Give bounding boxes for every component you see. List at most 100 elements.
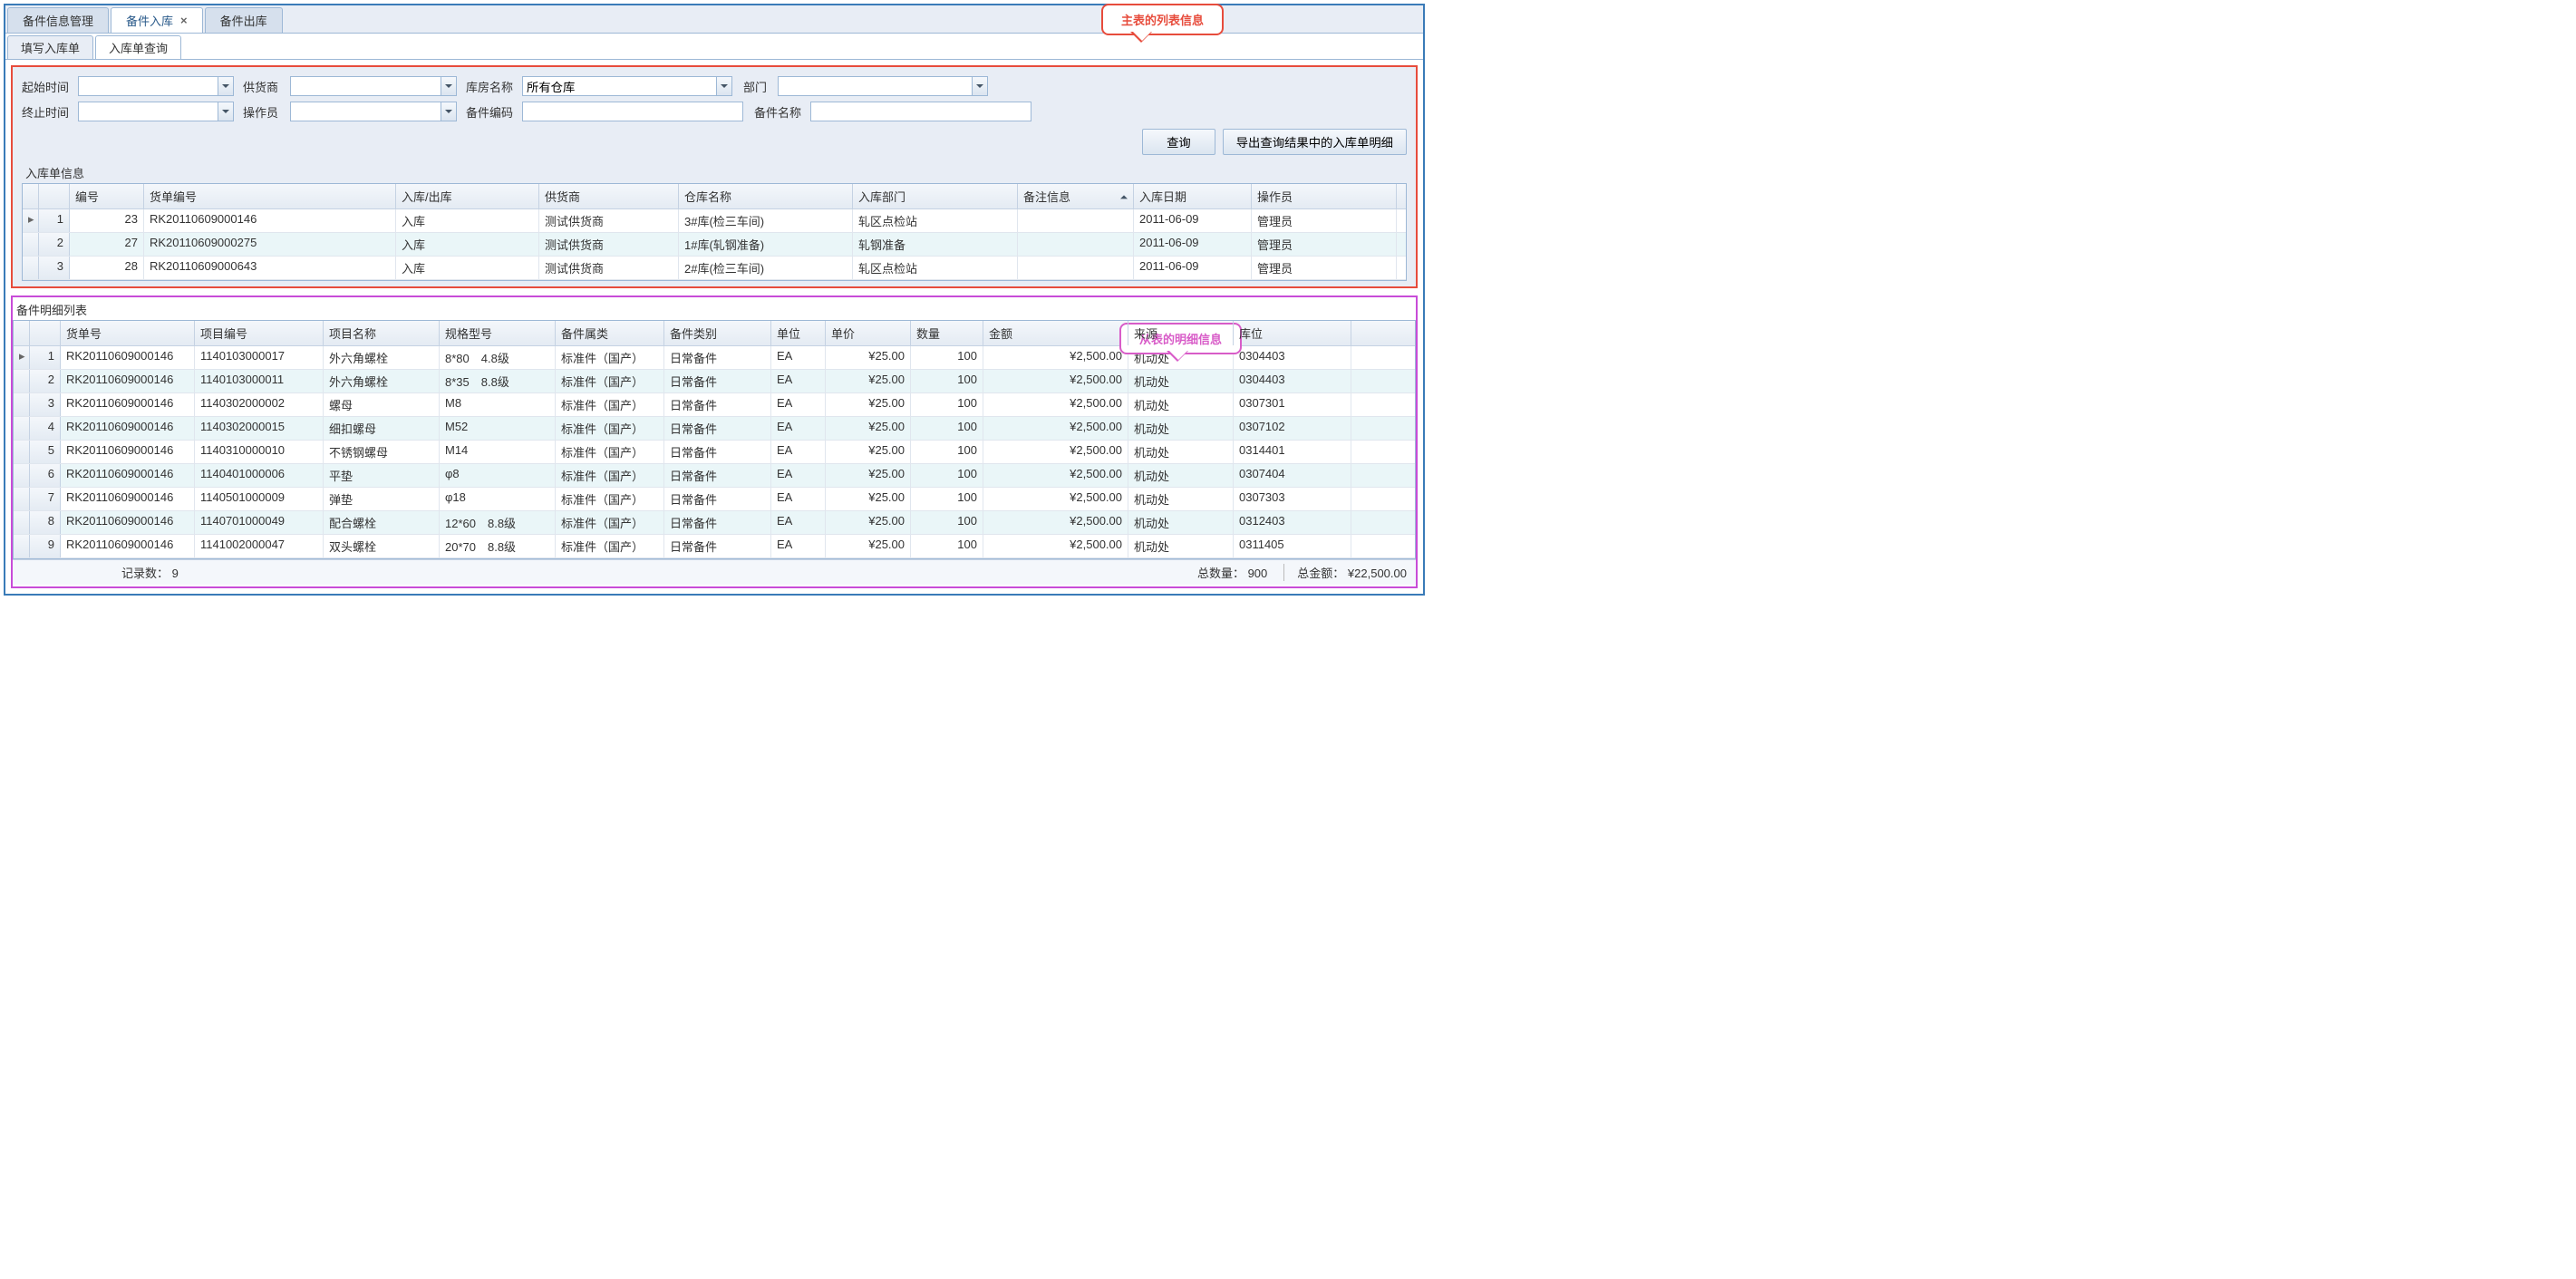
column-header[interactable]: 项目编号 bbox=[195, 321, 324, 345]
cell: ¥2,500.00 bbox=[983, 511, 1128, 534]
cell: ¥2,500.00 bbox=[983, 417, 1128, 440]
table-row[interactable]: 6RK201106090001461140401000006平垫φ8标准件（国产… bbox=[14, 464, 1415, 488]
column-header[interactable]: 入库/出库 bbox=[396, 184, 539, 208]
total-amt-value: ¥22,500.00 bbox=[1348, 567, 1407, 580]
column-header[interactable]: 货单编号 bbox=[144, 184, 396, 208]
column-header[interactable]: 备件属类 bbox=[556, 321, 664, 345]
cell: 管理员 bbox=[1252, 209, 1397, 232]
input-part-name[interactable] bbox=[810, 102, 1031, 121]
table-row[interactable]: 4RK201106090001461140302000015细扣螺母M52标准件… bbox=[14, 417, 1415, 441]
cell: ¥25.00 bbox=[826, 488, 911, 510]
cell: 日常备件 bbox=[664, 511, 771, 534]
cell: 1140302000015 bbox=[195, 417, 324, 440]
cell: 0304403 bbox=[1234, 370, 1351, 392]
dropdown-button[interactable] bbox=[441, 76, 457, 96]
query-button[interactable]: 查询 bbox=[1142, 129, 1215, 155]
input-start-time[interactable] bbox=[78, 76, 234, 96]
cell: ¥2,500.00 bbox=[983, 393, 1128, 416]
column-header[interactable]: 来源 bbox=[1128, 321, 1234, 345]
cell: RK20110609000146 bbox=[61, 417, 195, 440]
app-window: 主表的列表信息 从表的明细信息 备件信息管理备件入库×备件出库 填写入库单入库单… bbox=[4, 4, 1425, 596]
column-header[interactable]: 金额 bbox=[983, 321, 1128, 345]
cell: 100 bbox=[911, 441, 983, 463]
close-icon[interactable]: × bbox=[180, 14, 188, 27]
table-row[interactable]: 5RK201106090001461140310000010不锈钢螺母M14标准… bbox=[14, 441, 1415, 464]
input-operator[interactable] bbox=[290, 102, 457, 121]
table-row[interactable]: 2RK201106090001461140103000011外六角螺栓8*35 … bbox=[14, 370, 1415, 393]
cell: 标准件（国产） bbox=[556, 370, 664, 392]
column-header[interactable]: 备注信息 bbox=[1018, 184, 1134, 208]
cell: 0307301 bbox=[1234, 393, 1351, 416]
dropdown-button[interactable] bbox=[972, 76, 988, 96]
input-warehouse[interactable] bbox=[522, 76, 732, 96]
column-header[interactable]: 货单号 bbox=[61, 321, 195, 345]
column-header[interactable]: 数量 bbox=[911, 321, 983, 345]
row-marker-icon bbox=[14, 370, 30, 392]
cell: 100 bbox=[911, 511, 983, 534]
column-header[interactable]: 仓库名称 bbox=[679, 184, 853, 208]
tab-备件入库[interactable]: 备件入库× bbox=[111, 7, 203, 33]
input-dept[interactable] bbox=[778, 76, 988, 96]
cell: 100 bbox=[911, 370, 983, 392]
subtab-入库单查询[interactable]: 入库单查询 bbox=[95, 35, 181, 59]
cell: EA bbox=[771, 417, 826, 440]
dropdown-button[interactable] bbox=[218, 76, 234, 96]
table-row[interactable]: 7RK201106090001461140501000009弹垫φ18标准件（国… bbox=[14, 488, 1415, 511]
table-row[interactable]: 227RK20110609000275入库测试供货商1#库(轧钢准备)轧钢准备2… bbox=[23, 233, 1406, 257]
table-row[interactable]: 3RK201106090001461140302000002螺母M8标准件（国产… bbox=[14, 393, 1415, 417]
export-button[interactable]: 导出查询结果中的入库单明细 bbox=[1223, 129, 1407, 155]
column-header[interactable]: 编号 bbox=[70, 184, 144, 208]
master-title: 入库单信息 bbox=[25, 164, 1407, 181]
cell: M52 bbox=[440, 417, 556, 440]
row-marker-icon bbox=[14, 511, 30, 534]
input-end-time[interactable] bbox=[78, 102, 234, 121]
column-header[interactable]: 库位 bbox=[1234, 321, 1351, 345]
tab-label: 备件信息管理 bbox=[23, 12, 93, 29]
table-row[interactable]: ▸123RK20110609000146入库测试供货商3#库(检三车间)轧区点检… bbox=[23, 209, 1406, 233]
cell: EA bbox=[771, 511, 826, 534]
cell: ¥2,500.00 bbox=[983, 464, 1128, 487]
cell: 机动处 bbox=[1128, 417, 1234, 440]
detail-footer: 记录数： 9 总数量： 900 总金额： ¥22,500.00 bbox=[13, 559, 1416, 585]
cell: 弹垫 bbox=[324, 488, 440, 510]
table-row[interactable]: 9RK201106090001461141002000047双头螺栓20*70 … bbox=[14, 535, 1415, 558]
table-row[interactable]: 328RK20110609000643入库测试供货商2#库(检三车间)轧区点检站… bbox=[23, 257, 1406, 280]
cell: 机动处 bbox=[1128, 441, 1234, 463]
column-header[interactable]: 入库部门 bbox=[853, 184, 1018, 208]
cell: ¥2,500.00 bbox=[983, 535, 1128, 557]
cell: 100 bbox=[911, 346, 983, 369]
column-header[interactable]: 规格型号 bbox=[440, 321, 556, 345]
cell: 1141002000047 bbox=[195, 535, 324, 557]
tab-备件出库[interactable]: 备件出库 bbox=[205, 7, 283, 33]
cell: 测试供货商 bbox=[539, 209, 679, 232]
cell: 标准件（国产） bbox=[556, 441, 664, 463]
row-index: 4 bbox=[30, 417, 61, 440]
column-header[interactable]: 项目名称 bbox=[324, 321, 440, 345]
column-header[interactable]: 备件类别 bbox=[664, 321, 771, 345]
row-index-header bbox=[30, 321, 61, 345]
cell: 测试供货商 bbox=[539, 233, 679, 256]
input-part-code[interactable] bbox=[522, 102, 743, 121]
column-header[interactable]: 单价 bbox=[826, 321, 911, 345]
dropdown-button[interactable] bbox=[441, 102, 457, 121]
total-qty-label: 总数量： bbox=[1197, 567, 1244, 580]
column-header[interactable]: 供货商 bbox=[539, 184, 679, 208]
dropdown-button[interactable] bbox=[218, 102, 234, 121]
column-header[interactable]: 单位 bbox=[771, 321, 826, 345]
cell: 1140401000006 bbox=[195, 464, 324, 487]
column-header[interactable]: 操作员 bbox=[1252, 184, 1397, 208]
record-count-value: 9 bbox=[172, 567, 179, 580]
callout-tail-icon bbox=[1130, 32, 1152, 53]
tab-备件信息管理[interactable]: 备件信息管理 bbox=[7, 7, 109, 33]
sub-tabs: 填写入库单入库单查询 bbox=[5, 34, 1423, 60]
dropdown-button[interactable] bbox=[716, 76, 732, 96]
cell: EA bbox=[771, 441, 826, 463]
cell: 100 bbox=[911, 464, 983, 487]
column-header[interactable]: 入库日期 bbox=[1134, 184, 1252, 208]
table-row[interactable]: 8RK201106090001461140701000049配合螺栓12*60 … bbox=[14, 511, 1415, 535]
cell: ¥25.00 bbox=[826, 464, 911, 487]
cell: 0307303 bbox=[1234, 488, 1351, 510]
subtab-填写入库单[interactable]: 填写入库单 bbox=[7, 35, 93, 59]
input-supplier[interactable] bbox=[290, 76, 457, 96]
cell: 机动处 bbox=[1128, 511, 1234, 534]
